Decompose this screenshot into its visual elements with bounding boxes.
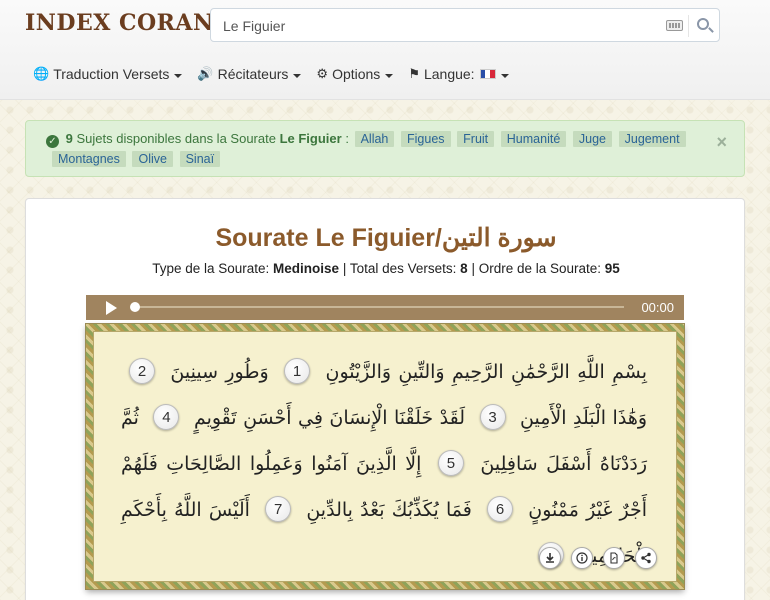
search-value[interactable]: Le Figuier	[223, 18, 285, 34]
verse-text: بِسْمِ اللَّهِ الرَّحْمَٰنِ الرَّحِيمِ و…	[325, 361, 648, 383]
chevron-down-icon	[174, 73, 183, 78]
topic-tag[interactable]: Allah	[354, 131, 395, 147]
verse-number[interactable]: 3	[479, 404, 506, 430]
info-icon[interactable]	[571, 547, 593, 569]
type-value: Medinoise	[273, 261, 340, 276]
flag-icon: ⚑	[408, 66, 420, 81]
nav-langue[interactable]: ⚑ Langue:	[408, 66, 509, 82]
topic-tag[interactable]: Sinaï	[179, 151, 221, 167]
nav-traduction-versets[interactable]: 🌐 Traduction Versets	[33, 66, 183, 82]
player-time: 00:00	[641, 300, 674, 315]
alert-colon: :	[345, 131, 349, 146]
verse-number[interactable]: 2	[129, 358, 155, 384]
share-icon[interactable]	[635, 547, 657, 569]
audio-player: 00:00	[86, 295, 684, 320]
nav-label: Options	[332, 66, 381, 82]
pdf-icon[interactable]	[603, 547, 625, 569]
verse-number[interactable]: 1	[284, 358, 311, 384]
close-icon[interactable]: ×	[716, 132, 727, 152]
verse-text: لَقَدْ خَلَقْنَا الْإِنسَانَ فِي أَحْسَن…	[193, 407, 466, 429]
chevron-down-icon	[500, 73, 509, 78]
verse-text: فَمَا يُكَذِّبُكَ بَعْدُ بِالدِّينِ	[306, 499, 472, 521]
play-icon[interactable]	[106, 301, 117, 315]
download-icon[interactable]	[539, 547, 561, 569]
topic-tag[interactable]: Juge	[572, 131, 613, 147]
verse-number[interactable]: 5	[437, 450, 464, 476]
search-icon[interactable]	[697, 18, 709, 30]
alert-sourate-name: Le Figuier	[279, 131, 342, 146]
verse-text: وَهَٰذَا الْبَلَدِ الْأَمِينِ	[520, 407, 648, 429]
topics-alert: ✓ 9 Sujets disponibles dans la Sourate L…	[25, 120, 745, 177]
nav-recitateurs[interactable]: 🔊 Récitateurs	[197, 66, 302, 82]
page-title: Sourate Le Figuier/سورة التين	[215, 224, 557, 252]
nav-label: Récitateurs	[217, 66, 289, 82]
chevron-down-icon	[385, 73, 394, 78]
search-input[interactable]: Le Figuier	[210, 8, 720, 42]
type-label: Type de la Sourate:	[152, 261, 270, 276]
sourate-panel: Sourate Le Figuier/سورة التين Type de la…	[25, 198, 745, 600]
verse-number[interactable]: 7	[265, 496, 292, 522]
verse-actions	[539, 547, 657, 569]
keyboard-icon[interactable]	[666, 20, 683, 31]
order-value: 95	[604, 261, 620, 276]
main-nav: 🌐 Traduction Versets 🔊 Récitateurs ⚙ Opt…	[33, 66, 524, 82]
alert-text: Sujets disponibles dans la Sourate	[76, 131, 276, 146]
verses-text: بِسْمِ اللَّهِ الرَّحْمَٰنِ الرَّحِيمِ و…	[121, 349, 647, 579]
search-divider	[688, 15, 689, 37]
globe-icon: 🌐	[33, 66, 50, 81]
total-value: 8	[460, 261, 468, 276]
topic-count: 9	[65, 131, 73, 146]
progress-track[interactable]	[134, 306, 624, 308]
topic-tag[interactable]: Figues	[401, 131, 451, 147]
verses-frame: بِسْمِ اللَّهِ الرَّحْمَٰنِ الرَّحِيمِ و…	[86, 324, 684, 589]
verse-text: وَطُورِ سِينِينَ	[170, 361, 269, 383]
gear-icon: ⚙	[316, 66, 329, 81]
nav-options[interactable]: ⚙ Options	[316, 66, 394, 82]
nav-label: Langue:	[423, 66, 475, 82]
progress-handle[interactable]	[130, 302, 140, 312]
nav-label: Traduction Versets	[53, 66, 170, 82]
topic-tag[interactable]: Jugement	[618, 131, 686, 147]
volume-icon: 🔊	[197, 66, 214, 81]
chevron-down-icon	[293, 73, 302, 78]
french-flag-icon	[479, 69, 496, 79]
top-header: INDEX CORAN Le Figuier 🌐 Traduction Vers…	[0, 0, 770, 100]
order-label: | Ordre de la Sourate:	[471, 261, 602, 276]
check-circle-icon: ✓	[46, 135, 59, 148]
verse-number[interactable]: 6	[487, 496, 514, 522]
topic-tag[interactable]: Humanité	[500, 131, 567, 147]
site-logo[interactable]: INDEX CORAN	[25, 10, 214, 36]
total-label: | Total des Versets:	[342, 261, 457, 276]
topic-tag[interactable]: Olive	[132, 151, 173, 167]
topic-tag[interactable]: Montagnes	[52, 151, 126, 167]
verse-number[interactable]: 4	[153, 404, 180, 430]
sourate-info: Type de la Sourate: Medinoise | Total de…	[26, 261, 746, 276]
topic-tag[interactable]: Fruit	[457, 131, 495, 147]
